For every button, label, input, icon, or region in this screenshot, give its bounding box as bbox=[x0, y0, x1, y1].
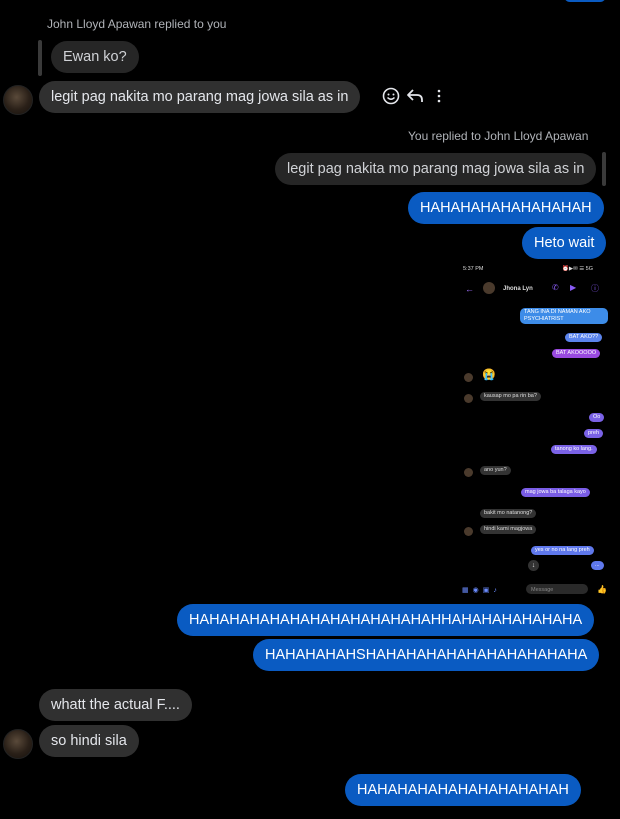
quoted-message[interactable]: Ewan ko? bbox=[51, 41, 139, 73]
reply-arrow-icon[interactable] bbox=[406, 87, 424, 110]
contact-avatar bbox=[483, 282, 495, 294]
mini-message: kausap mo pa rin ba? bbox=[480, 392, 541, 401]
mini-message: hindi kami magjowa bbox=[480, 525, 537, 534]
mini-message: BAT AKOOOOO bbox=[552, 349, 601, 358]
mini-message: mag jowa ba talaga kayo bbox=[521, 488, 590, 497]
avatar[interactable] bbox=[3, 729, 33, 759]
composer-placeholder: Message bbox=[531, 587, 554, 593]
partial-message-bubble bbox=[564, 0, 606, 2]
mini-message: yes or no na lang preh bbox=[531, 546, 594, 555]
mini-message: BAT AKO?? bbox=[565, 333, 603, 342]
video-icon: ▶ bbox=[570, 283, 577, 292]
quote-bar bbox=[38, 40, 42, 76]
mini-message: ... bbox=[591, 561, 604, 570]
outgoing-message[interactable]: HAHAHAHAHAHAHAHAHAHAH bbox=[345, 774, 581, 806]
shared-screenshot-image[interactable]: 5:37 PM ⏰▶✉ ☰ 5G ← Jhona Lyn ✆ ▶ ⓘ TANG … bbox=[458, 262, 610, 602]
outgoing-message[interactable]: Heto wait bbox=[522, 227, 607, 259]
mini-message: bakit mo natanong? bbox=[480, 509, 537, 518]
reply-header: You replied to John Lloyd Apawan bbox=[408, 129, 589, 143]
quoted-message[interactable]: legit pag nakita mo parang mag jowa sila… bbox=[275, 153, 597, 185]
more-options-icon[interactable] bbox=[435, 88, 443, 109]
info-icon: ⓘ bbox=[591, 284, 599, 293]
mini-message: preh bbox=[584, 429, 604, 438]
mini-emoji: 😭 bbox=[482, 369, 496, 381]
status-icons: ⏰▶✉ ☰ 5G bbox=[562, 266, 594, 272]
avatar[interactable] bbox=[3, 85, 33, 115]
mini-avatar bbox=[464, 468, 473, 477]
composer-icons: ▦◉▣♪ bbox=[462, 587, 501, 594]
mini-message: TANG INA DI NAMAN AKO PSYCHIATRIST bbox=[520, 308, 608, 324]
mini-avatar bbox=[464, 373, 473, 382]
mini-message: ano yun? bbox=[480, 466, 511, 475]
incoming-message[interactable]: whatt the actual F.... bbox=[39, 689, 192, 721]
outgoing-message[interactable]: HAHAHAHAHAHAHAHAH bbox=[408, 192, 604, 224]
mini-avatar bbox=[464, 394, 473, 403]
contact-name: Jhona Lyn bbox=[503, 286, 533, 292]
status-time: 5:37 PM bbox=[463, 266, 484, 272]
mini-avatar bbox=[464, 527, 473, 536]
outgoing-message[interactable]: HAHAHAHAHSHAHAHAHAHAHAHAHAHAHAHA bbox=[253, 639, 600, 671]
react-emoji-icon[interactable] bbox=[382, 87, 400, 110]
reply-header: John Lloyd Apawan replied to you bbox=[47, 17, 227, 31]
like-icon: 👍 bbox=[597, 585, 607, 594]
incoming-message[interactable]: so hindi sila bbox=[39, 725, 139, 757]
outgoing-message[interactable]: HAHAHAHAHAHAHAHAHAHAHAHAHHAHAHAHAHAHAHA bbox=[177, 604, 595, 636]
scroll-down-icon: ↓ bbox=[528, 560, 539, 571]
quote-bar bbox=[602, 152, 606, 186]
mini-message: Oo bbox=[589, 413, 605, 422]
incoming-message[interactable]: legit pag nakita mo parang mag jowa sila… bbox=[39, 81, 361, 113]
mini-message: tanong ko lang. bbox=[551, 445, 597, 454]
call-icon: ✆ bbox=[552, 283, 559, 292]
back-arrow-icon: ← bbox=[465, 284, 474, 294]
